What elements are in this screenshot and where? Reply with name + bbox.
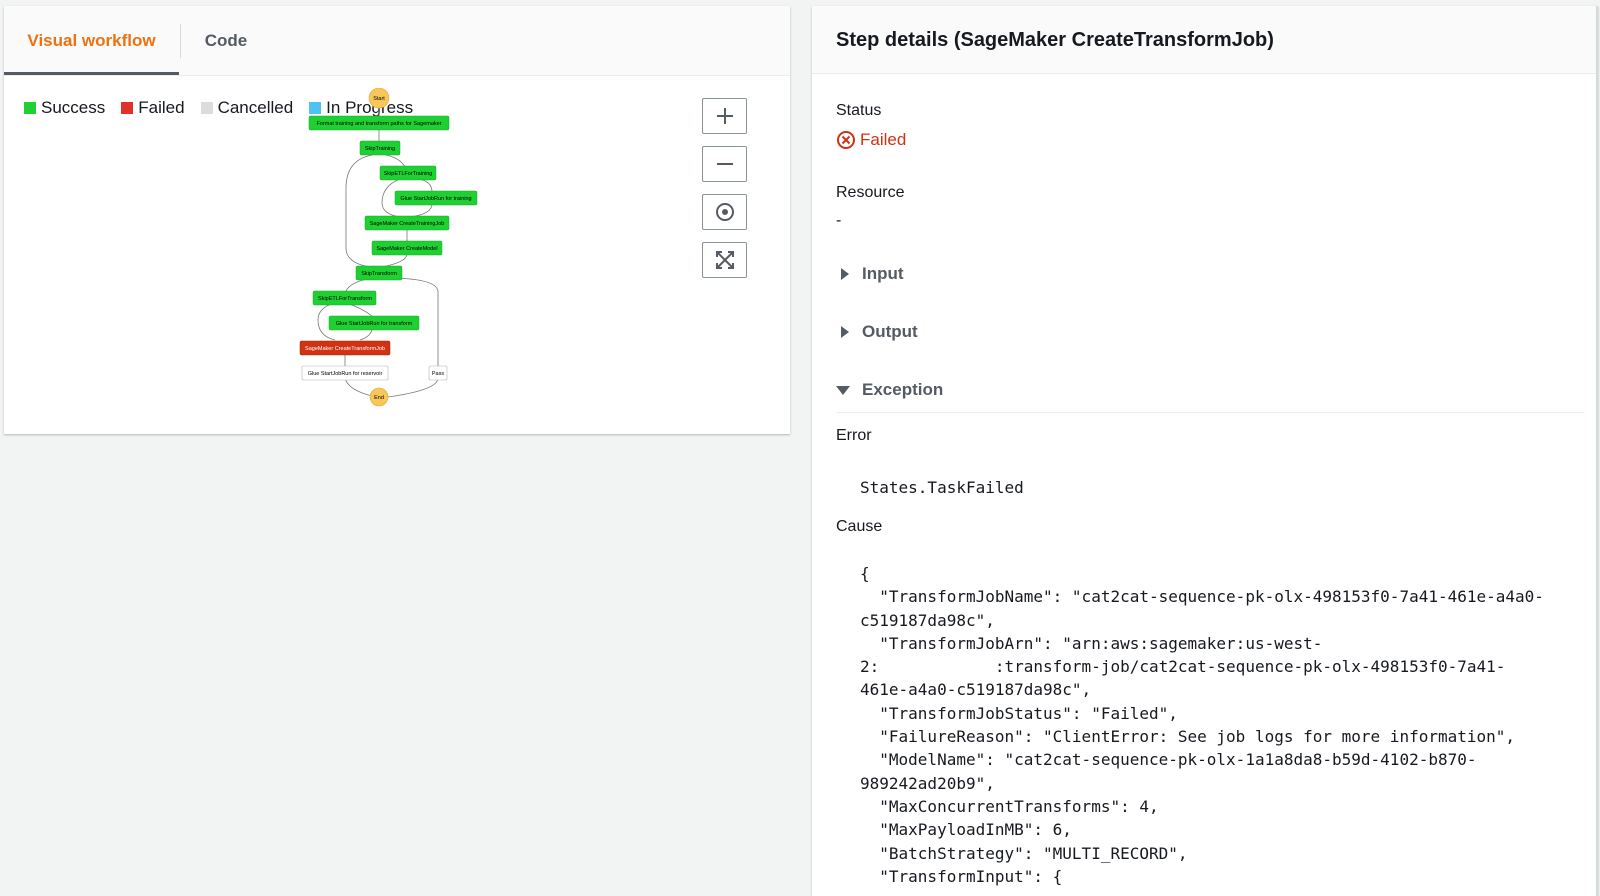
output-expander[interactable]: Output bbox=[840, 322, 918, 342]
input-label: Input bbox=[862, 264, 904, 283]
caret-right-icon bbox=[841, 326, 849, 338]
cancelled-swatch bbox=[200, 102, 213, 114]
error-label: Error bbox=[836, 427, 872, 444]
legend-label: Cancelled bbox=[217, 98, 294, 117]
legend-item-cancelled: Cancelled bbox=[200, 98, 294, 118]
graph-node-label: Glue StartJobRun for reservoir bbox=[308, 371, 383, 377]
graph-node[interactable]: Pass bbox=[428, 365, 448, 381]
zoom-in-button[interactable] bbox=[702, 98, 747, 134]
resource-label: Resource bbox=[836, 184, 905, 201]
legend-item-failed: Failed bbox=[121, 98, 185, 118]
graph-node[interactable]: SkipTransform bbox=[355, 265, 403, 281]
center-button[interactable] bbox=[702, 194, 747, 230]
graph-node[interactable]: Glue StartJobRun for transform bbox=[328, 315, 420, 331]
graph-node-label: SkipETLForTransform bbox=[318, 296, 372, 302]
end-label: End bbox=[374, 395, 384, 401]
status-value: Failed bbox=[836, 130, 906, 150]
error-value: States.TaskFailed bbox=[860, 478, 1024, 497]
failed-swatch bbox=[121, 102, 134, 114]
legend-label: Success bbox=[41, 98, 106, 117]
legend-label: Failed bbox=[138, 98, 185, 117]
fit-icon bbox=[715, 251, 734, 269]
step-details-title: Step details (SageMaker CreateTransformJ… bbox=[812, 6, 1598, 74]
step-details-panel: Step details (SageMaker CreateTransformJ… bbox=[812, 6, 1598, 896]
tab-bar: Visual workflow Code bbox=[4, 6, 790, 76]
zoom-out-button[interactable] bbox=[702, 146, 747, 182]
graph-node-label: SkipETLForTraining bbox=[384, 171, 433, 177]
graph-node-label: Pass bbox=[432, 371, 444, 377]
graph-node-start[interactable]: Start bbox=[368, 88, 390, 109]
status-label: Status bbox=[836, 102, 882, 119]
graph-node-label: Glue StartJobRun for training bbox=[400, 196, 471, 202]
caret-right-icon bbox=[841, 268, 849, 280]
graph-node[interactable]: SkipETLForTransform bbox=[312, 290, 377, 306]
graph-node[interactable]: Glue StartJobRun for training bbox=[394, 190, 478, 206]
graph-node-label: Glue StartJobRun for transform bbox=[336, 321, 413, 327]
success-swatch bbox=[24, 102, 36, 114]
graph-node-label: SageMaker CreateTrainingJob bbox=[370, 221, 445, 227]
scrollbar[interactable] bbox=[1596, 6, 1598, 896]
input-expander[interactable]: Input bbox=[840, 264, 904, 284]
resource-value: - bbox=[836, 212, 842, 229]
output-label: Output bbox=[862, 322, 918, 341]
zoom-in-icon bbox=[716, 108, 733, 124]
graph-node-label: SkipTransform bbox=[361, 271, 397, 277]
legend-item-success: Success bbox=[24, 98, 105, 118]
error-circle-icon bbox=[837, 131, 855, 149]
center-icon bbox=[715, 203, 734, 221]
workflow-graph[interactable]: Start Format training and transform path… bbox=[290, 88, 490, 418]
graph-node[interactable]: SageMaker CreateModel bbox=[371, 240, 443, 256]
graph-node[interactable]: SageMaker CreateTrainingJob bbox=[364, 215, 450, 231]
graph-node[interactable]: SkipTraining bbox=[359, 140, 401, 156]
graph-node-label: Format training and transform paths for … bbox=[316, 121, 441, 127]
cause-code: { "TransformJobName": "cat2cat-sequence-… bbox=[860, 564, 1544, 886]
graph-node-label: SageMaker CreateTransformJob bbox=[305, 346, 385, 352]
exception-label: Exception bbox=[862, 380, 944, 399]
caret-down-icon bbox=[836, 386, 850, 395]
tab-code[interactable]: Code bbox=[181, 6, 271, 76]
exception-divider bbox=[836, 412, 1584, 413]
graph-node[interactable]: Format training and transform paths for … bbox=[308, 115, 450, 131]
fit-button[interactable] bbox=[702, 242, 747, 278]
exception-expander[interactable]: Exception bbox=[836, 380, 943, 400]
graph-node[interactable]: SkipETLForTraining bbox=[379, 165, 437, 181]
start-label: Start bbox=[373, 96, 385, 102]
graph-node-label: SageMaker CreateModel bbox=[376, 246, 437, 252]
cause-label: Cause bbox=[836, 518, 883, 535]
graph-node-end[interactable]: End bbox=[369, 387, 389, 407]
status-text: Failed bbox=[860, 130, 907, 149]
graph-node[interactable]: Glue StartJobRun for reservoir bbox=[301, 365, 389, 381]
zoom-out-icon bbox=[716, 163, 733, 165]
tab-visual-workflow[interactable]: Visual workflow bbox=[4, 6, 179, 75]
graph-node-failed[interactable]: SageMaker CreateTransformJob bbox=[299, 340, 391, 356]
graph-node-label: SkipTraining bbox=[365, 146, 395, 152]
